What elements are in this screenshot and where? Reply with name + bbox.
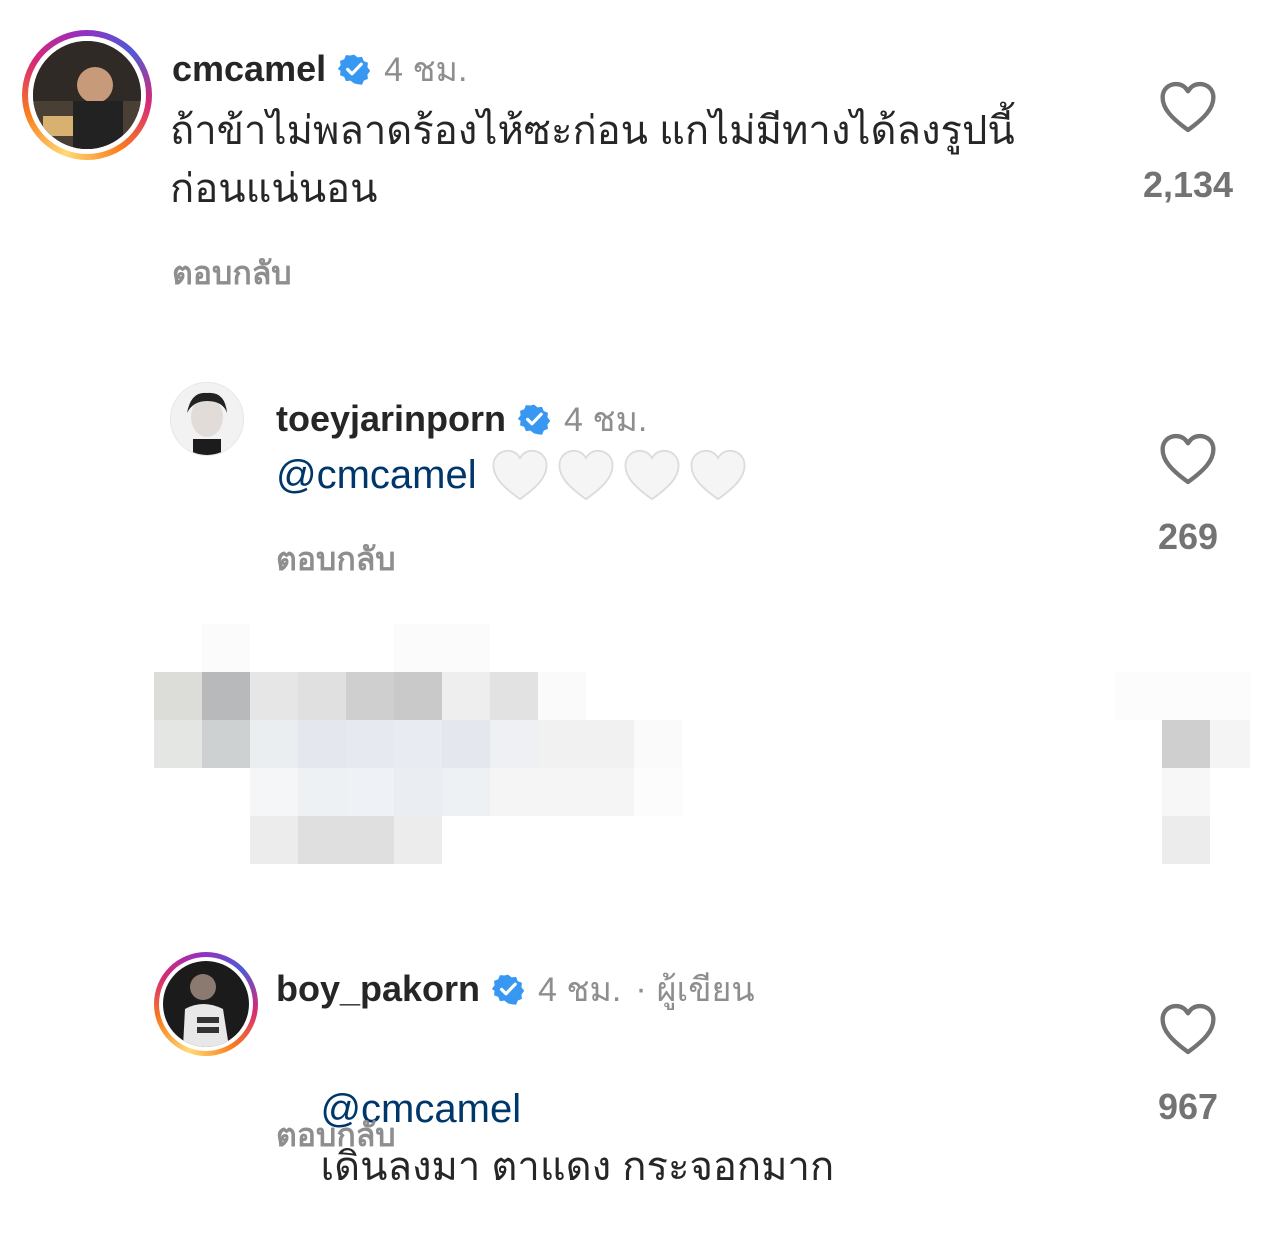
comment-toeyjarinporn: toeyjarinporn 4 ชม. @cmcamel ตอบกลับ 269 (0, 370, 1280, 590)
avatar[interactable] (22, 30, 152, 160)
reply-button[interactable]: ตอบกลับ (172, 248, 292, 299)
like-control: 2,134 (1128, 80, 1248, 206)
verified-badge-icon (492, 974, 525, 1005)
reply-button[interactable]: ตอบกลับ (276, 1110, 396, 1161)
white-heart-icon (690, 449, 746, 501)
comment-time: 4 ชม. (564, 401, 648, 439)
comment-time: 4 ชม. (538, 971, 622, 1009)
comment-text: ถ้าข้าไม่พลาดร้องไห้ซะก่อน แกไม่มีทางได้… (170, 109, 1015, 211)
comment-body: เดินลงมา ตาแดง กระจอกมาก (320, 1145, 835, 1189)
white-heart-icon (558, 449, 614, 501)
username[interactable]: toeyjarinporn (276, 398, 506, 440)
comment-time: 4 ชม. (384, 51, 468, 89)
comment-text: @cmcamel เดินลงมา ตาแดง กระจอกมาก (276, 1022, 1126, 1254)
like-control: 967 (1128, 1002, 1248, 1128)
comment-boy-pakorn: boy_pakorn 4 ชม. · ผู้เขียน @cmcamel เดิ… (0, 940, 1280, 1189)
heart-outline-icon[interactable] (1159, 1002, 1217, 1056)
comment-text: @cmcamel (276, 446, 747, 504)
like-count: 269 (1157, 516, 1219, 557)
avatar[interactable] (170, 382, 244, 456)
heart-outline-icon[interactable] (1159, 80, 1217, 134)
white-heart-emojis (491, 448, 747, 502)
white-heart-icon (624, 449, 680, 501)
verified-badge-icon (518, 404, 551, 435)
avatar[interactable] (154, 952, 258, 1056)
verified-badge-icon (338, 54, 371, 85)
like-control: 269 (1128, 432, 1248, 558)
reply-button[interactable]: ตอบกลับ (276, 534, 396, 585)
white-heart-icon (492, 449, 548, 501)
like-count: 2,134 (1142, 164, 1234, 205)
comment-cmcamel: cmcamel 4 ชม. ถ้าข้าไม่พลาดร้องไห้ซะก่อน… (0, 0, 1280, 300)
pixelated-comment (0, 620, 1280, 880)
username[interactable]: cmcamel (172, 48, 326, 90)
author-label: ผู้เขียน (656, 971, 755, 1009)
like-count: 967 (1157, 1086, 1219, 1127)
separator-dot: · (635, 969, 647, 1008)
username[interactable]: boy_pakorn (276, 968, 480, 1010)
mention-link[interactable]: @cmcamel (276, 446, 477, 504)
heart-outline-icon[interactable] (1159, 432, 1217, 486)
